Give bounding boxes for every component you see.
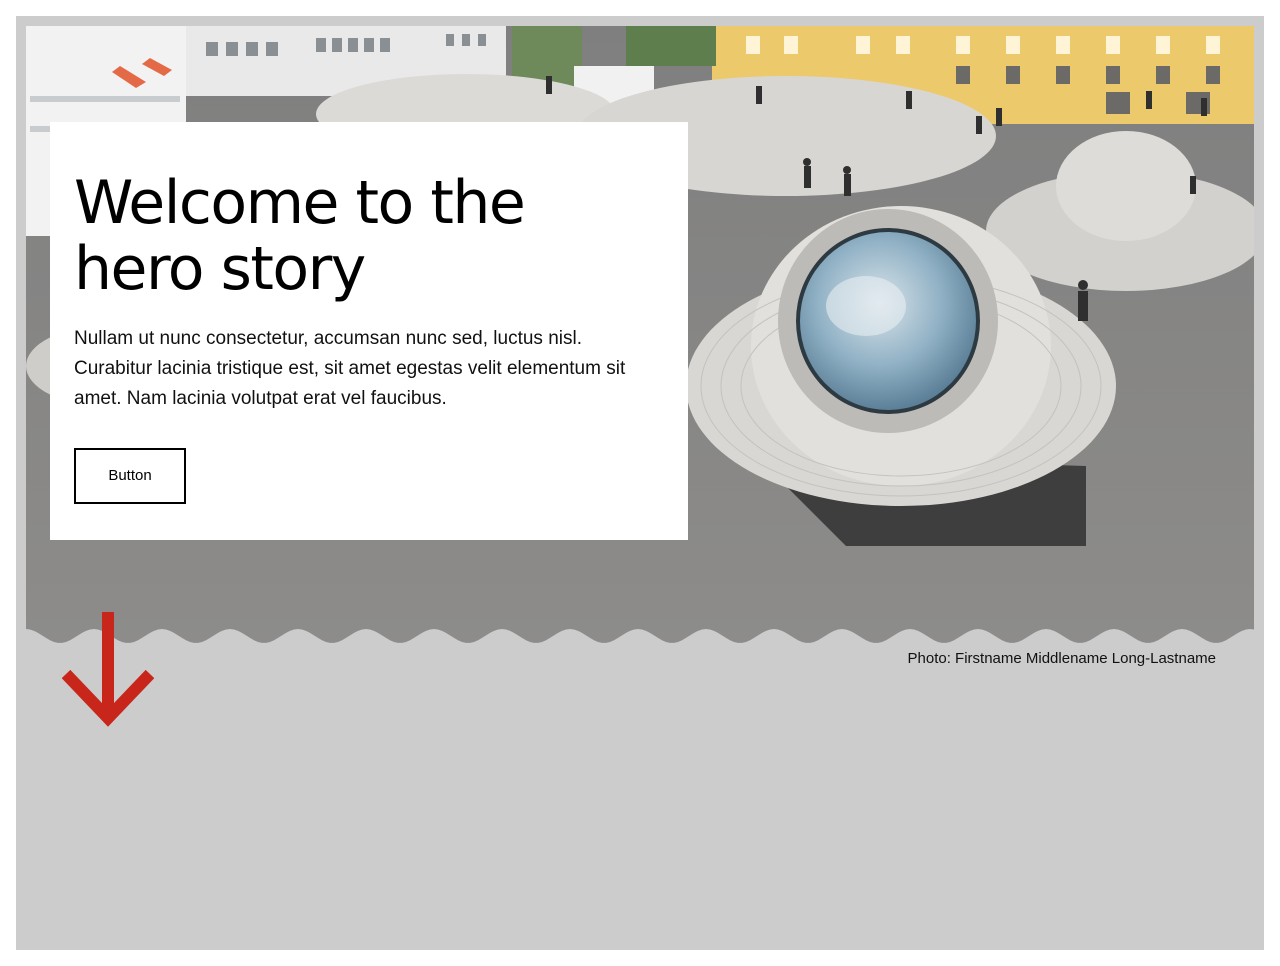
arrow-down-icon[interactable]	[62, 612, 154, 728]
hero-body: Nullam ut nunc consectetur, accumsan nun…	[74, 328, 626, 409]
hero-title: Welcome to the hero story	[74, 168, 526, 304]
hero-section: Welcome to the hero story Nullam ut nunc…	[16, 16, 1264, 950]
hero-card: Welcome to the hero story Nullam ut nunc…	[50, 122, 688, 540]
photo-credit: Photo: Firstname Middlename Long-Lastnam…	[907, 650, 1217, 667]
hero-button[interactable]: Button	[74, 448, 186, 504]
